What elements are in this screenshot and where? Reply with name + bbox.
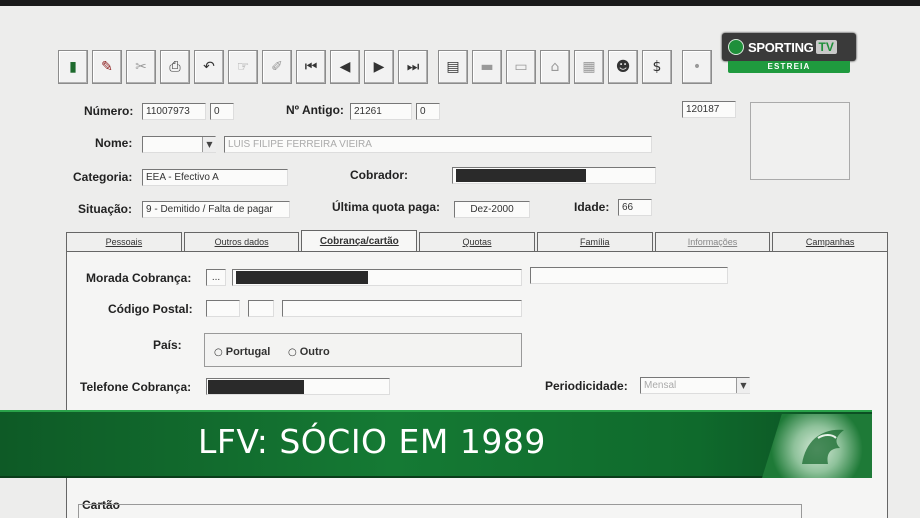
cut-button[interactable]: ✂	[126, 50, 156, 84]
codigo-postal-field[interactable]	[206, 300, 240, 317]
morada-button[interactable]: ...	[206, 269, 226, 286]
next-record-button[interactable]: ▶	[364, 50, 394, 84]
extra-button[interactable]: •	[682, 50, 712, 84]
telefone-label: Telefone Cobrança:	[80, 380, 192, 394]
first-record-button[interactable]: ⏮	[296, 50, 326, 84]
undo-button[interactable]: ↶	[194, 50, 224, 84]
find-icon: ☞	[236, 59, 250, 75]
codigo-postal-label: Código Postal:	[108, 302, 193, 316]
pais-label: País:	[153, 338, 182, 352]
categoria-label: Categoria:	[73, 170, 133, 184]
numero-label: Número:	[84, 104, 134, 118]
print-button[interactable]: ⎙	[160, 50, 190, 84]
previous-record-button[interactable]: ◀	[330, 50, 360, 84]
tab-bar: Pessoais Outros dados Cobrança/cartão Qu…	[66, 230, 890, 252]
book-icon: ▮	[69, 59, 77, 75]
morada-extra-field[interactable]	[530, 267, 728, 284]
pencil-icon: ✎	[101, 59, 113, 75]
numero-suffix-field[interactable]: 0	[210, 103, 234, 120]
lion-emblem-graphic	[802, 429, 844, 464]
book-exit-button[interactable]: ▮	[58, 50, 88, 84]
morada-label: Morada Cobrança:	[86, 271, 192, 285]
dot-icon: •	[692, 59, 702, 75]
tab-pessoais[interactable]: Pessoais	[66, 232, 182, 251]
idade-label: Idade:	[574, 200, 610, 214]
tab-cobranca-cartao[interactable]: Cobrança/cartão	[301, 230, 418, 251]
antigo-suffix-field[interactable]: 0	[416, 103, 440, 120]
screen-frame: ▮ ✎ ✂ ⎙ ↶ ☞ ✐ ⏮ ◀ ▶ ⏭ ▤ ▬ ▭ ⌂ ▦ ☻ $ • Nú…	[0, 6, 920, 518]
scissors-icon: ✂	[135, 59, 147, 75]
person-icon: ☻	[615, 59, 631, 75]
chevron-down-icon[interactable]: ▼	[202, 137, 216, 152]
pais-outro-label: Outro	[299, 346, 330, 358]
idade-field[interactable]: 66	[618, 199, 652, 216]
codigo-postal-ext-field[interactable]	[248, 300, 274, 317]
tab-campanhas[interactable]: Campanhas	[772, 232, 889, 251]
radio-icon: ○	[288, 347, 297, 358]
pais-outro-radio[interactable]: ○ Outro	[288, 346, 330, 358]
edit-button[interactable]: ✎	[92, 50, 122, 84]
radio-icon: ○	[214, 347, 223, 358]
notes-icon: ✐	[271, 59, 283, 75]
periodicidade-label: Periodicidade:	[545, 379, 628, 393]
pais-portugal-radio[interactable]: ○ Portugal	[214, 346, 270, 358]
ultima-quota-field[interactable]: Dez-2000	[454, 201, 530, 218]
localidade-field[interactable]	[282, 300, 522, 317]
register-icon: ▦	[582, 59, 596, 75]
periodicidade-select[interactable]: Mensal	[640, 377, 750, 394]
antigo-field[interactable]: 21261	[350, 103, 412, 120]
nome-label: Nome:	[95, 136, 133, 150]
lower-third-banner: LFV: SÓCIO EM 1989	[0, 410, 872, 478]
card-button[interactable]: ▭	[506, 50, 536, 84]
logo-tv: TV	[815, 40, 837, 54]
payment-button[interactable]: $	[642, 50, 672, 84]
cartao-group	[78, 504, 802, 518]
ultima-quota-label: Última quota paga:	[332, 200, 441, 214]
banner-caption: LFV: SÓCIO EM 1989	[198, 422, 546, 461]
document-icon: ▤	[446, 59, 460, 75]
code-field[interactable]: 120187	[682, 101, 736, 118]
situacao-field[interactable]: 9 - Demitido / Falta de pagar	[142, 201, 290, 218]
lion-icon	[728, 39, 744, 55]
nome-field[interactable]: LUIS FILIPE FERREIRA VIEIRA	[224, 136, 652, 153]
house-icon: ⌂	[550, 59, 560, 75]
notes-button[interactable]: ✐	[262, 50, 292, 84]
redacted-block	[456, 169, 586, 182]
photo-box	[750, 102, 850, 180]
cobrador-label: Cobrador:	[350, 168, 408, 182]
separator-button[interactable]: ▬	[472, 50, 502, 84]
antigo-label: Nº Antigo:	[286, 103, 344, 117]
pais-portugal-label: Portugal	[225, 346, 271, 358]
last-record-icon: ⏭	[406, 59, 420, 75]
next-icon: ▶	[373, 59, 385, 75]
tab-informacoes[interactable]: Informações	[654, 232, 771, 251]
dollar-icon: $	[652, 59, 662, 75]
categoria-field[interactable]: EEA - Efectivo A	[142, 169, 288, 186]
channel-logo: SPORTING TV ESTREIA	[722, 33, 856, 73]
logo-name: SPORTING	[748, 39, 814, 55]
register-button[interactable]: ▦	[574, 50, 604, 84]
last-record-button[interactable]: ⏭	[398, 50, 428, 84]
previous-icon: ◀	[339, 59, 351, 75]
chevron-down-icon[interactable]: ▼	[736, 378, 750, 393]
person-button[interactable]: ☻	[608, 50, 638, 84]
first-record-icon: ⏮	[304, 59, 318, 75]
toolbar: ▮ ✎ ✂ ⎙ ↶ ☞ ✐ ⏮ ◀ ▶ ⏭ ▤ ▬ ▭ ⌂ ▦ ☻ $ •	[58, 46, 798, 88]
document-button[interactable]: ▤	[438, 50, 468, 84]
redacted-block	[208, 380, 304, 394]
redacted-block	[236, 271, 368, 284]
numero-field[interactable]: 11007973	[142, 103, 206, 120]
find-button[interactable]: ☞	[228, 50, 258, 84]
card-icon: ▭	[514, 59, 528, 75]
tab-outros-dados[interactable]: Outros dados	[183, 232, 300, 251]
logo-top: SPORTING TV	[722, 33, 856, 61]
situacao-label: Situação:	[78, 202, 133, 216]
tab-familia[interactable]: Família	[536, 232, 653, 251]
undo-icon: ↶	[203, 59, 215, 75]
printer-icon: ⎙	[169, 59, 181, 75]
tab-quotas[interactable]: Quotas	[419, 232, 535, 251]
house-button[interactable]: ⌂	[540, 50, 570, 84]
logo-tagline: ESTREIA	[728, 61, 850, 73]
dash-icon: ▬	[480, 59, 494, 75]
